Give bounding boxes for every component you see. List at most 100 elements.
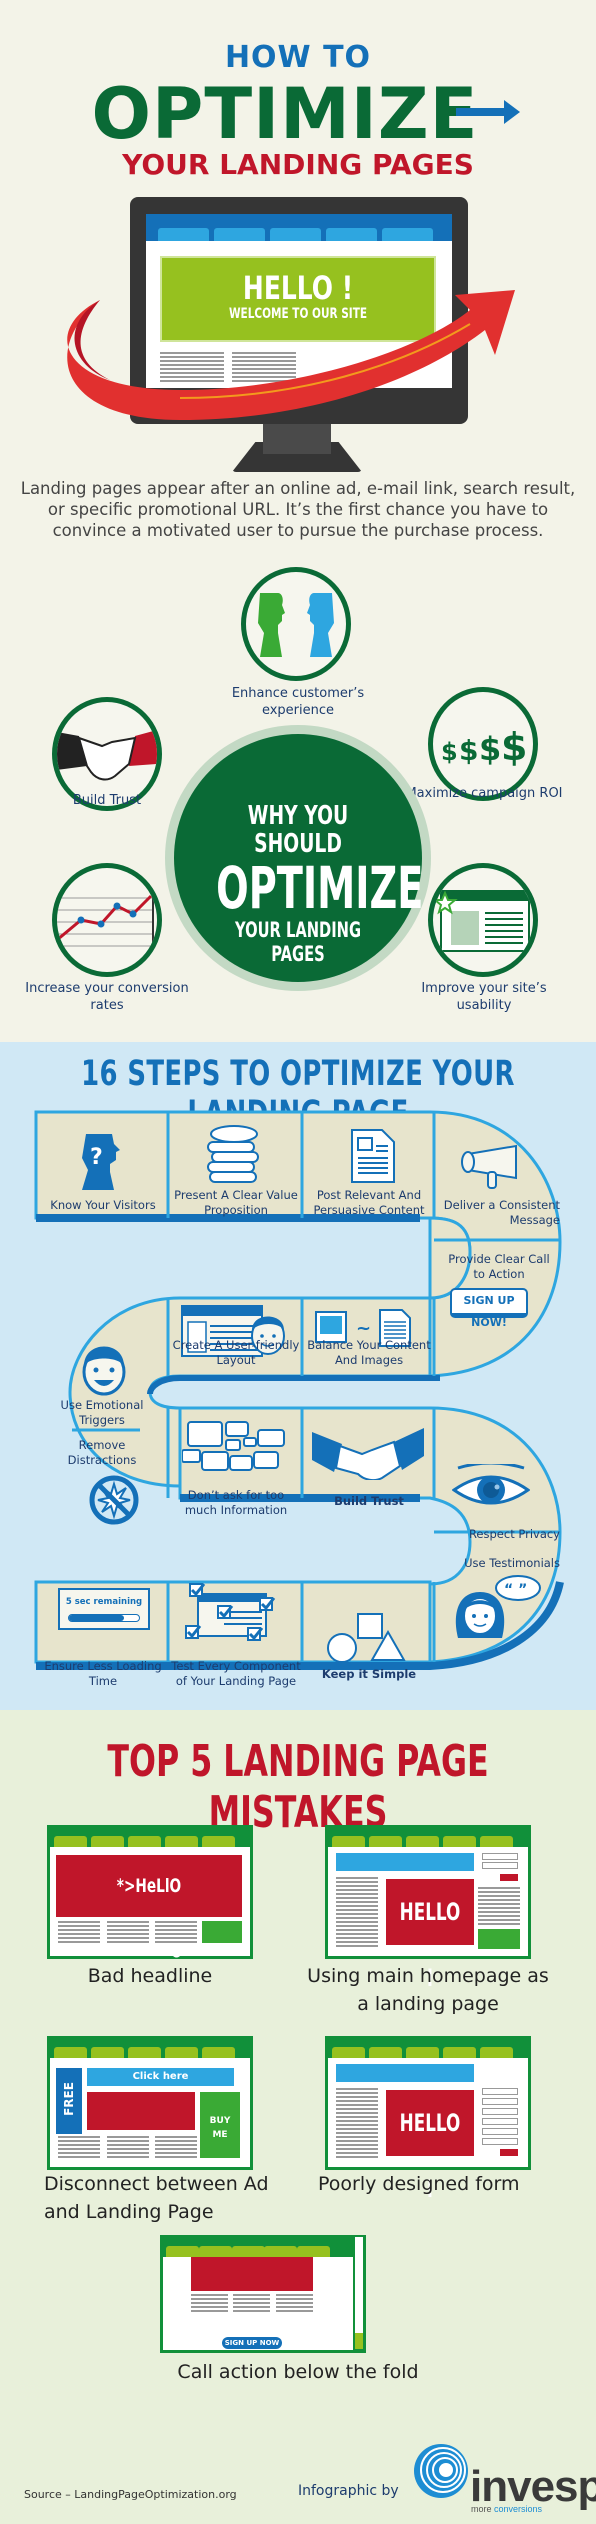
why-optimize-center: WHY YOU SHOULD OPTIMIZE YOUR LANDING PAG… [174, 734, 423, 982]
browser-page: HELLO ! [328, 1847, 528, 1992]
step-label: Use Emotional Triggers [60, 1398, 144, 1427]
svg-text:$: $ [501, 725, 525, 769]
why-line-3: YOUR LANDING PAGES [234, 918, 362, 966]
browser-tab [480, 1836, 513, 1847]
step-label: Post Relevant And Persuasive Content [313, 1188, 425, 1217]
handshake-icon [312, 1428, 424, 1480]
banner: HELLO ! [386, 1879, 474, 1992]
browser-tab [165, 1836, 198, 1847]
browser-page: HELLO ! [328, 2058, 528, 2203]
steps-section: 16 STEPS TO OPTIMIZE YOUR LANDING PAGE [0, 1042, 596, 1710]
loading-progress-fill [69, 1615, 124, 1621]
mistakes-title: TOP 5 LANDING PAGE MISTAKES [107, 1736, 489, 1838]
woman-quote-icon: “ ” [455, 1575, 541, 1638]
browser-tab [54, 2047, 87, 2058]
browser-tab [406, 1836, 439, 1847]
browser-tab [202, 1836, 235, 1847]
step-label: Test Every Component of Your Landing Pag… [171, 1659, 301, 1688]
title-optimize: OPTIMIZE [91, 73, 479, 155]
head-question-icon: ? [82, 1134, 120, 1190]
buy-me-block: BUY ME [200, 2092, 240, 2158]
browser-tab [406, 2047, 439, 2058]
title-your-landing-pages: YOUR LANDING PAGES [122, 148, 474, 181]
arrow-right-icon [456, 100, 520, 124]
text-lines [276, 2294, 313, 2314]
shapes-icon [327, 1613, 406, 1663]
loading-progress-track [68, 1614, 140, 1622]
browser-page: *>HeLlO WoRlD#@* [50, 1847, 250, 1959]
loading-widget: 5 sec remaining [58, 1588, 150, 1630]
dollar-signs-icon: $ $ $ $ [441, 725, 525, 769]
form-field [482, 2088, 518, 2095]
browser-tab [443, 1836, 476, 1847]
loading-text: 5 sec remaining [65, 1597, 143, 1607]
step-label: Know Your Visitors [50, 1198, 156, 1212]
banner: *>HeLlO WoRlD#@* [56, 1855, 242, 1959]
svg-text:$: $ [479, 730, 501, 768]
svg-text:?: ? [90, 1145, 103, 1170]
text-lines [155, 2136, 197, 2158]
form-field [482, 2108, 518, 2115]
browser-tab [480, 2047, 513, 2058]
browser-tab [54, 1836, 87, 1847]
mistake-label: Using main homepage as a landing page [307, 1965, 549, 2015]
text-lines [58, 1921, 100, 1943]
invesp-tagline: more conversions [471, 2504, 542, 2514]
green-block [202, 1921, 242, 1943]
step-label: Build Trust [334, 1494, 404, 1508]
browser-tab [232, 2246, 265, 2257]
browser-header [146, 214, 452, 241]
green-block [478, 1929, 520, 1949]
text-lines [478, 1887, 520, 1927]
browser-tab [264, 2246, 297, 2257]
mistakes-section: TOP 5 LANDING PAGE MISTAKES *>HeLlO WoRl… [0, 1710, 596, 2524]
svg-text:$: $ [441, 738, 458, 766]
speech-bubbles-icon [182, 1421, 285, 1471]
free-banner: FREE [56, 2068, 82, 2134]
browser-page: SIGN UP NOW [163, 2257, 353, 2350]
svg-text:~: ~ [356, 1318, 371, 1339]
sign-up-now-button: SIGN UP NOW [222, 2337, 282, 2349]
text-lines [336, 1877, 378, 1949]
mistake-label: Call action below the fold [177, 2361, 419, 2383]
submit-block [500, 2149, 518, 2156]
text-lines [58, 2136, 100, 2158]
step-label: Keep it Simple [321, 1667, 417, 1681]
form-field [482, 2128, 518, 2135]
red-block [87, 2092, 195, 2130]
invesp-logo-icon[interactable] [412, 2442, 470, 2500]
step-label: Ensure Less Loading Time [44, 1659, 162, 1688]
step-label: Provide Clear Call to Action [448, 1252, 550, 1281]
benefit-label: Build Trust [72, 793, 142, 808]
benefit-circle-usability [428, 863, 538, 977]
browser-tab [128, 1836, 161, 1847]
form-field [482, 1853, 518, 1860]
step-label: Don’t ask for too much Information [184, 1488, 288, 1517]
browser-tab [332, 2047, 365, 2058]
banner: HELLO ! [386, 2090, 474, 2203]
benefit-circle-conversion [52, 863, 162, 977]
benefit-label: Enhance customer’s experience [231, 686, 365, 718]
browser-tab [165, 2047, 198, 2058]
text-lines [155, 1921, 197, 1943]
browser-tab [199, 2246, 232, 2257]
intro-paragraph: Landing pages appear after an online ad,… [20, 479, 576, 540]
benefit-circle-roi: $ $ $ $ [428, 687, 538, 801]
browser-mockup-disconnect: FREE Click here BUY ME [47, 2036, 253, 2170]
eye-icon [452, 1464, 530, 1505]
browser-tab [369, 1836, 402, 1847]
step-label: Use Testimonials [464, 1556, 560, 1570]
browser-page: FREE Click here BUY ME [50, 2058, 250, 2167]
browser-tab [369, 2047, 402, 2058]
mistake-label: Poorly designed form [318, 2173, 520, 2195]
free-text: FREE [62, 2082, 76, 2116]
tagline-part: conversions [494, 2504, 543, 2514]
line-chart-icon [57, 894, 154, 948]
sign-up-now-button-icon: SIGN UP NOW! [450, 1288, 528, 1329]
click-here-bar: Click here [87, 2068, 234, 2086]
document-icon [351, 1129, 395, 1183]
text-lines [191, 2294, 228, 2314]
browser-tab [202, 2047, 235, 2058]
browser-tab [326, 228, 377, 241]
browser-tab [297, 2246, 330, 2257]
